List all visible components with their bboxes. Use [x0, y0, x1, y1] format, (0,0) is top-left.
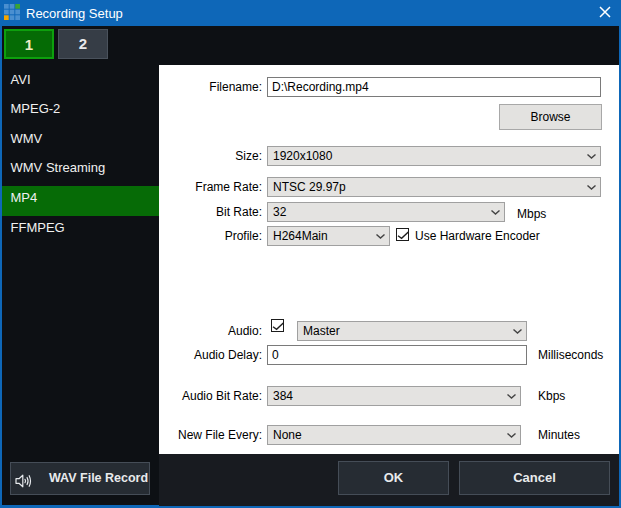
browse-button[interactable]: Browse [499, 104, 602, 130]
check-icon [397, 229, 410, 242]
speaker-icon [15, 473, 32, 489]
wav-file-record-button[interactable]: WAV File Record [10, 462, 150, 495]
chevron-down-icon [513, 329, 522, 334]
audio-delay-label: Audio Delay: [194, 348, 262, 362]
sidebar-item-wmv[interactable]: WMV [2, 127, 160, 157]
profile-label: Profile: [225, 229, 262, 243]
audio-select[interactable]: Master [297, 321, 527, 341]
audio-value: Master [303, 324, 340, 339]
cancel-button[interactable]: Cancel [459, 461, 610, 495]
frame-rate-value: NTSC 29.97p [273, 180, 346, 195]
window-title: Recording Setup [26, 6, 123, 21]
bit-rate-label: Bit Rate: [216, 205, 262, 219]
bit-rate-unit: Mbps [517, 207, 546, 221]
wav-button-label: WAV File Record [49, 471, 148, 485]
chevron-down-icon [507, 394, 516, 399]
chevron-down-icon [376, 234, 385, 239]
sidebar-item-mpeg2[interactable]: MPEG-2 [2, 97, 160, 127]
filename-label: Filename: [209, 80, 262, 94]
audio-bit-rate-unit: Kbps [538, 389, 565, 403]
audio-label: Audio: [228, 324, 262, 338]
filename-input[interactable]: D:\Recording.mp4 [267, 77, 601, 97]
audio-bit-rate-select[interactable]: 384 [267, 386, 521, 406]
tab-2[interactable]: 2 [58, 29, 108, 59]
size-select[interactable]: 1920x1080 [267, 146, 601, 166]
audio-bit-rate-value: 384 [273, 389, 293, 404]
chevron-down-icon [587, 185, 596, 190]
size-value: 1920x1080 [273, 149, 332, 164]
chevron-down-icon [507, 433, 516, 438]
chevron-down-icon [587, 154, 596, 159]
audio-bit-rate-label: Audio Bit Rate: [182, 389, 262, 403]
sidebar-item-avi[interactable]: AVI [2, 68, 160, 98]
new-file-every-label: New File Every: [178, 428, 262, 442]
vmix-logo-icon [4, 4, 20, 20]
tab-1[interactable]: 1 [4, 29, 54, 59]
sidebar-item-wmv-streaming[interactable]: WMV Streaming [2, 156, 160, 186]
frame-rate-label: Frame Rate: [195, 180, 262, 194]
profile-value: H264Main [273, 229, 328, 244]
close-icon[interactable] [595, 3, 615, 21]
chevron-down-icon [491, 210, 500, 215]
audio-delay-unit: Milliseconds [538, 348, 603, 362]
new-file-every-value: None [273, 428, 302, 443]
new-file-every-unit: Minutes [538, 428, 580, 442]
new-file-every-select[interactable]: None [267, 425, 521, 445]
audio-delay-value: 0 [272, 346, 526, 364]
frame-rate-select[interactable]: NTSC 29.97p [267, 177, 601, 197]
sidebar-item-mp4[interactable]: MP4 [2, 186, 160, 216]
audio-checkbox[interactable] [271, 319, 284, 332]
bit-rate-select[interactable]: 32 [267, 202, 505, 222]
check-icon [272, 320, 285, 333]
size-label: Size: [235, 149, 262, 163]
audio-delay-input[interactable]: 0 [267, 345, 527, 365]
hardware-encoder-label: Use Hardware Encoder [415, 229, 540, 243]
bit-rate-value: 32 [273, 205, 286, 220]
profile-select[interactable]: H264Main [267, 226, 390, 246]
ok-button[interactable]: OK [338, 461, 449, 495]
recording-setup-dialog: Recording Setup 1 2 AVI MPEG-2 WMV WMV S… [0, 0, 621, 508]
hardware-encoder-checkbox[interactable] [396, 228, 409, 241]
sidebar-item-ffmpeg[interactable]: FFMPEG [2, 216, 160, 246]
filename-value: D:\Recording.mp4 [272, 78, 600, 96]
